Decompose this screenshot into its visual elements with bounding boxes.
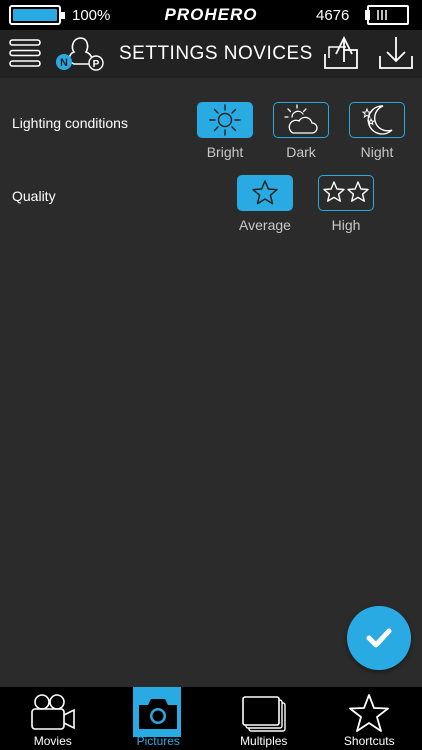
- tab-label: Movies: [33, 734, 72, 748]
- tab-movies[interactable]: Movies: [0, 687, 106, 750]
- quality-label: Quality: [12, 188, 56, 204]
- tab-multiples[interactable]: Multiples: [211, 687, 317, 750]
- quality-option-average[interactable]: Average: [237, 175, 293, 233]
- lighting-conditions-label: Lighting conditions: [12, 115, 128, 131]
- stacked-photos-icon: [241, 696, 286, 732]
- option-label: Average: [239, 217, 291, 233]
- cloud-sun-icon: [284, 104, 318, 134]
- download-icon[interactable]: [377, 34, 415, 72]
- brand-logo: PROHERO: [164, 5, 258, 24]
- sun-icon: [209, 104, 241, 136]
- sd-card-icon: [365, 5, 409, 25]
- option-label: Dark: [286, 144, 316, 160]
- tab-shortcuts[interactable]: Shortcuts: [317, 687, 422, 750]
- lighting-option-dark[interactable]: Dark: [273, 102, 329, 160]
- header: N P SETTINGS NOVICES: [0, 30, 422, 78]
- lighting-option-night[interactable]: Night: [349, 102, 405, 160]
- star-icon: [252, 180, 278, 205]
- star-icon: [349, 694, 390, 732]
- video-camera-icon: [30, 694, 75, 730]
- remaining-count: 4676: [316, 7, 350, 24]
- lighting-option-bright[interactable]: Bright: [197, 102, 253, 160]
- user-mode-icon[interactable]: N P: [54, 34, 106, 74]
- tab-label: Pictures: [136, 734, 180, 748]
- checkmark-icon: [366, 628, 392, 648]
- status-bar: 100% PROHERO 4676: [0, 0, 422, 30]
- upload-icon[interactable]: [322, 34, 360, 72]
- quality-option-high[interactable]: High: [318, 175, 374, 233]
- option-label: Night: [360, 144, 394, 160]
- tab-pictures[interactable]: Pictures: [106, 687, 212, 750]
- tab-bar: Movies Pictures Multiples Shortcuts: [0, 687, 422, 750]
- svg-text:N: N: [60, 57, 68, 69]
- option-label: High: [331, 217, 361, 233]
- confirm-button[interactable]: [347, 606, 411, 670]
- camera-icon: [139, 699, 178, 729]
- two-stars-icon: [323, 181, 369, 202]
- moon-icon: [361, 105, 393, 135]
- svg-text:P: P: [93, 59, 100, 70]
- tab-label: Multiples: [240, 734, 288, 748]
- page-title: SETTINGS NOVICES: [119, 43, 313, 64]
- tab-label: Shortcuts: [343, 734, 395, 748]
- option-label: Bright: [206, 144, 244, 160]
- menu-icon[interactable]: [9, 37, 41, 69]
